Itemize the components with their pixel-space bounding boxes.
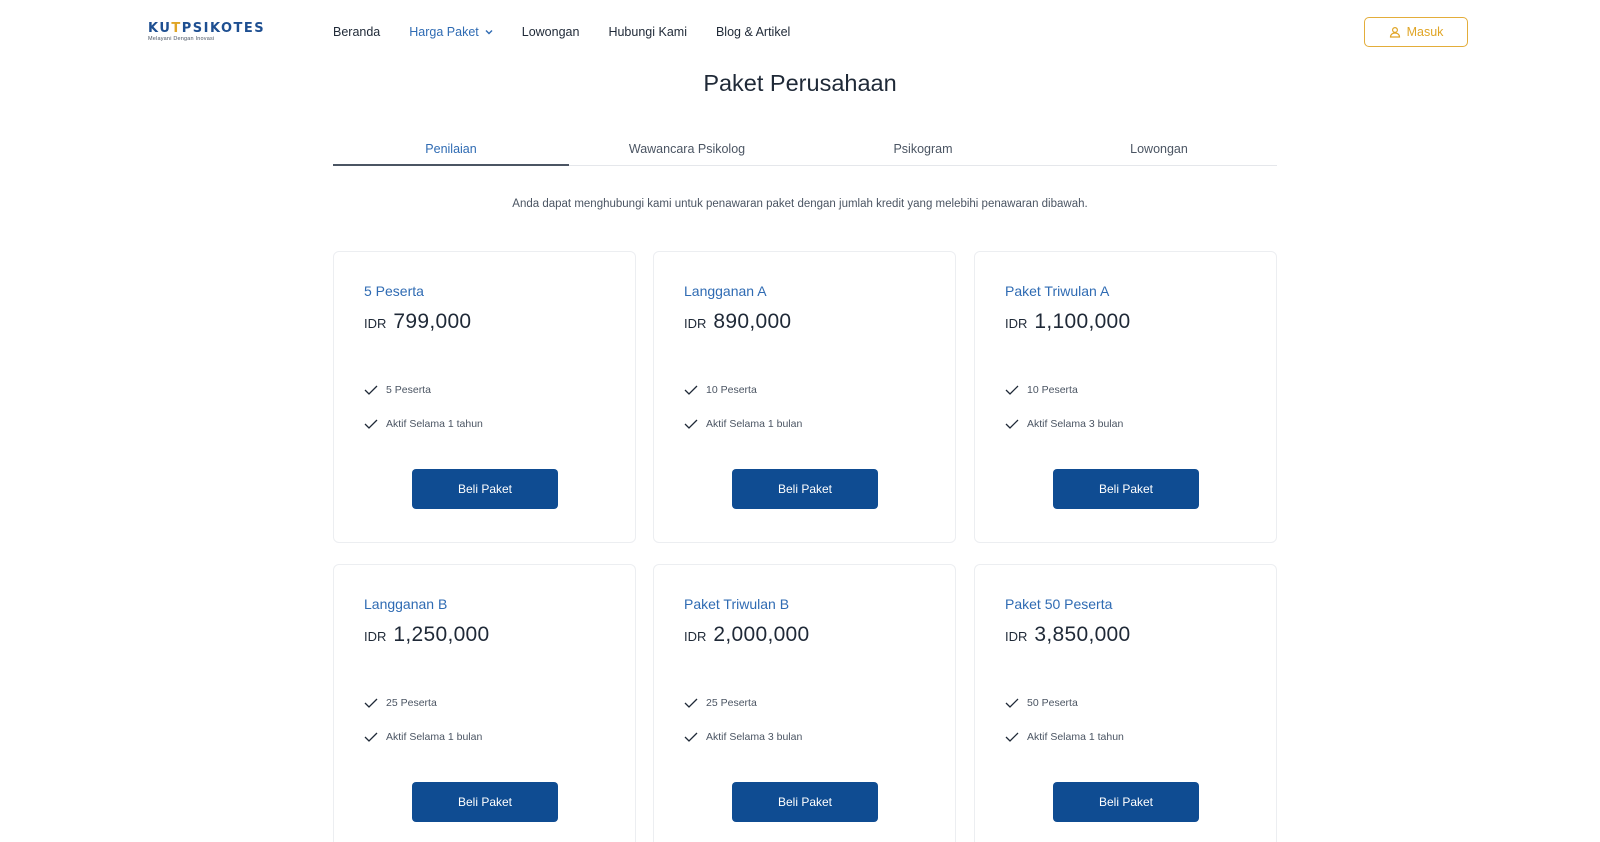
feature-item: Aktif Selama 3 bulan bbox=[684, 720, 802, 754]
feature-list: 10 Peserta Aktif Selama 3 bulan bbox=[1005, 373, 1123, 441]
tab-lowongan[interactable]: Lowongan bbox=[1041, 130, 1277, 165]
package-price: IDR 3,850,000 bbox=[1005, 623, 1131, 647]
tab-wawancara-psikolog[interactable]: Wawancara Psikolog bbox=[569, 130, 805, 165]
buy-package-button[interactable]: Beli Paket bbox=[412, 469, 558, 509]
package-card: Paket Triwulan B IDR 2,000,000 25 Pesert… bbox=[653, 564, 956, 842]
check-icon bbox=[684, 419, 698, 429]
package-name: 5 Peserta bbox=[364, 283, 424, 299]
feature-item: Aktif Selama 3 bulan bbox=[1005, 407, 1123, 441]
price-currency: IDR bbox=[364, 629, 387, 644]
price-amount: 3,850,000 bbox=[1034, 623, 1131, 646]
price-amount: 799,000 bbox=[393, 310, 472, 333]
user-icon bbox=[1389, 26, 1400, 38]
chevron-down-icon bbox=[485, 30, 493, 35]
package-price: IDR 2,000,000 bbox=[684, 623, 810, 647]
check-icon bbox=[684, 732, 698, 742]
feature-item: Aktif Selama 1 bulan bbox=[684, 407, 802, 441]
feature-item: 5 Peserta bbox=[364, 373, 483, 407]
feature-list: 10 Peserta Aktif Selama 1 bulan bbox=[684, 373, 802, 441]
price-currency: IDR bbox=[364, 316, 387, 331]
price-amount: 890,000 bbox=[713, 310, 792, 333]
site-header: KUTPSIKOTES Melayani Dengan Inovasi Bera… bbox=[0, 0, 1600, 62]
check-icon bbox=[1005, 419, 1019, 429]
package-card: Langganan B IDR 1,250,000 25 Peserta Akt… bbox=[333, 564, 636, 842]
price-currency: IDR bbox=[684, 316, 707, 331]
price-amount: 1,100,000 bbox=[1034, 310, 1131, 333]
price-amount: 1,250,000 bbox=[393, 623, 490, 646]
page-title: Paket Perusahaan bbox=[703, 70, 897, 96]
buy-package-button[interactable]: Beli Paket bbox=[732, 469, 878, 509]
login-button[interactable]: Masuk bbox=[1364, 17, 1468, 47]
feature-item: 25 Peserta bbox=[684, 686, 802, 720]
price-currency: IDR bbox=[1005, 316, 1028, 331]
check-icon bbox=[1005, 732, 1019, 742]
feature-list: 25 Peserta Aktif Selama 1 bulan bbox=[364, 686, 482, 754]
package-name: Langganan B bbox=[364, 596, 448, 612]
nav-item-hubungi-kami[interactable]: Hubungi Kami bbox=[608, 25, 687, 39]
price-currency: IDR bbox=[684, 629, 707, 644]
price-currency: IDR bbox=[1005, 629, 1028, 644]
feature-item: Aktif Selama 1 tahun bbox=[1005, 720, 1124, 754]
main-nav: Beranda Harga Paket Lowongan Hubungi Kam… bbox=[333, 22, 819, 42]
feature-item: 25 Peserta bbox=[364, 686, 482, 720]
package-price: IDR 1,250,000 bbox=[364, 623, 490, 647]
feature-list: 5 Peserta Aktif Selama 1 tahun bbox=[364, 373, 483, 441]
package-card: Langganan A IDR 890,000 10 Peserta Aktif… bbox=[653, 251, 956, 543]
package-name: Paket Triwulan B bbox=[684, 596, 790, 612]
check-icon bbox=[1005, 385, 1019, 395]
package-name: Paket Triwulan A bbox=[1005, 283, 1110, 299]
price-amount: 2,000,000 bbox=[713, 623, 810, 646]
nav-item-lowongan[interactable]: Lowongan bbox=[522, 25, 580, 39]
nav-item-blog-artikel[interactable]: Blog & Artikel bbox=[716, 25, 790, 39]
feature-item: Aktif Selama 1 tahun bbox=[364, 407, 483, 441]
tab-penilaian[interactable]: Penilaian bbox=[333, 130, 569, 166]
tab-psikogram[interactable]: Psikogram bbox=[805, 130, 1041, 165]
check-icon bbox=[364, 732, 378, 742]
feature-list: 25 Peserta Aktif Selama 3 bulan bbox=[684, 686, 802, 754]
check-icon bbox=[364, 419, 378, 429]
nav-item-harga-paket[interactable]: Harga Paket bbox=[409, 25, 493, 39]
nav-item-beranda[interactable]: Beranda bbox=[333, 25, 380, 39]
package-card: Paket 50 Peserta IDR 3,850,000 50 Pesert… bbox=[974, 564, 1277, 842]
check-icon bbox=[684, 385, 698, 395]
feature-item: Aktif Selama 1 bulan bbox=[364, 720, 482, 754]
feature-item: 10 Peserta bbox=[1005, 373, 1123, 407]
check-icon bbox=[1005, 698, 1019, 708]
package-tabs: Penilaian Wawancara Psikolog Psikogram L… bbox=[333, 130, 1277, 166]
feature-item: 10 Peserta bbox=[684, 373, 802, 407]
brand-logo[interactable]: KUTPSIKOTES Melayani Dengan Inovasi bbox=[143, 17, 264, 47]
check-icon bbox=[364, 698, 378, 708]
package-card: Paket Triwulan A IDR 1,100,000 10 Pesert… bbox=[974, 251, 1277, 543]
check-icon bbox=[684, 698, 698, 708]
package-name: Paket 50 Peserta bbox=[1005, 596, 1113, 612]
brand-tagline: Melayani Dengan Inovasi bbox=[148, 35, 215, 42]
package-price: IDR 799,000 bbox=[364, 310, 471, 334]
package-price: IDR 890,000 bbox=[684, 310, 791, 334]
package-name: Langganan A bbox=[684, 283, 767, 299]
check-icon bbox=[364, 385, 378, 395]
feature-item: 50 Peserta bbox=[1005, 686, 1124, 720]
package-card: 5 Peserta IDR 799,000 5 Peserta Aktif Se… bbox=[333, 251, 636, 543]
buy-package-button[interactable]: Beli Paket bbox=[732, 782, 878, 822]
feature-list: 50 Peserta Aktif Selama 1 tahun bbox=[1005, 686, 1124, 754]
buy-package-button[interactable]: Beli Paket bbox=[412, 782, 558, 822]
brand-name: KUTPSIKOTES bbox=[148, 20, 266, 36]
buy-package-button[interactable]: Beli Paket bbox=[1053, 782, 1199, 822]
package-subtitle: Anda dapat menghubungi kami untuk penawa… bbox=[512, 198, 1088, 210]
package-price: IDR 1,100,000 bbox=[1005, 310, 1131, 334]
buy-package-button[interactable]: Beli Paket bbox=[1053, 469, 1199, 509]
